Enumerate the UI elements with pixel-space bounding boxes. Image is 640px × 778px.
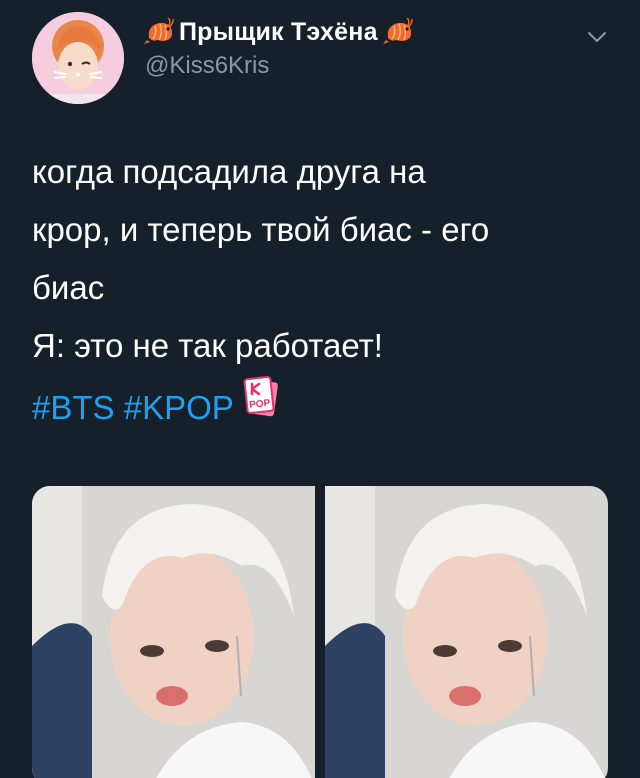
tweet-text-line: биас: [32, 269, 105, 306]
shrimp-icon: [382, 18, 414, 46]
media-photo-2[interactable]: [325, 486, 608, 778]
tweet: Прыщик Тэхёна @Kiss6Kris когда подсадила…: [0, 0, 640, 778]
tweet-text-line: крор, и теперь твой биас - его: [32, 211, 490, 248]
media-photo-1[interactable]: [32, 486, 315, 778]
avatar-image: [32, 12, 124, 104]
media-grid: [32, 486, 608, 778]
hashtag-row: #BTS #KPOP POP: [32, 375, 612, 437]
hashtag-kpop[interactable]: #KPOP: [124, 389, 233, 426]
chevron-down-icon[interactable]: [584, 24, 610, 50]
name-row[interactable]: Прыщик Тэхёна: [143, 14, 414, 50]
tweet-text: когда подсадила друга на крор, и теперь …: [32, 143, 612, 437]
avatar[interactable]: [32, 12, 124, 104]
kpop-icon: POP: [240, 375, 284, 419]
svg-text:POP: POP: [249, 398, 271, 411]
tweet-text-line: когда подсадила друга на: [32, 153, 426, 190]
user-handle[interactable]: @Kiss6Kris: [145, 52, 269, 80]
display-name: Прыщик Тэхёна: [179, 17, 378, 46]
shrimp-icon: [143, 18, 175, 46]
hashtag-bts[interactable]: #BTS: [32, 389, 115, 426]
tweet-text-line: Я: это не так работает!: [32, 327, 383, 364]
